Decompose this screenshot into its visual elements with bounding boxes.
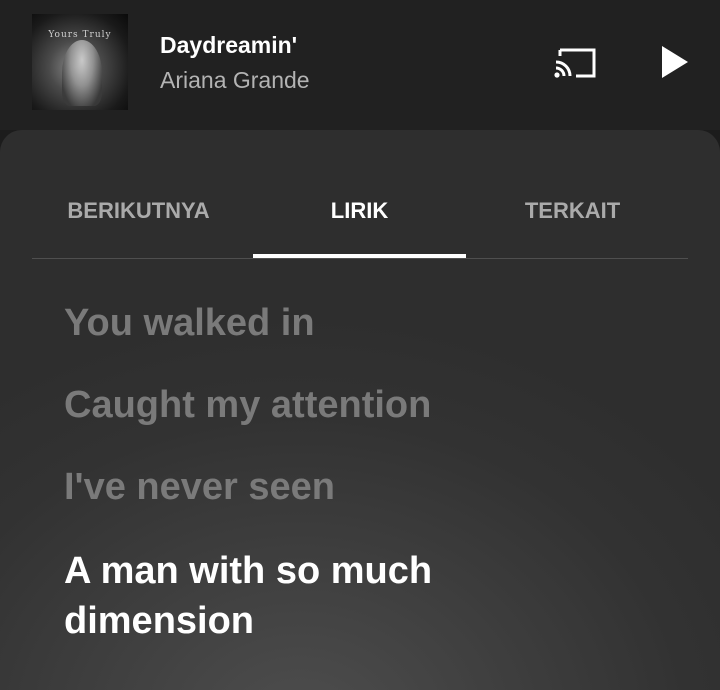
tab-up-next[interactable]: BERIKUTNYA <box>32 172 245 256</box>
cast-icon <box>554 48 596 78</box>
play-icon <box>662 46 688 78</box>
tab-related[interactable]: TERKAIT <box>466 172 679 256</box>
lyric-line: You walked in <box>64 302 315 344</box>
cast-button[interactable] <box>552 44 600 82</box>
lyric-line-current: A man with so much dimension <box>64 550 433 642</box>
tab-bar: BERIKUTNYA LIRIK TERKAIT <box>32 172 688 259</box>
lyrics-list: You walked in Caught my attention I've n… <box>64 300 664 682</box>
track-title: Daydreamin' <box>160 32 298 58</box>
mini-player[interactable]: Yours Truly Daydreamin' Ariana Grande <box>0 0 720 130</box>
album-art-title: Yours Truly <box>48 30 112 40</box>
lyric-line: I've never seen <box>64 466 335 508</box>
album-art: Yours Truly <box>32 14 128 110</box>
play-button[interactable] <box>656 42 692 82</box>
album-art-figure <box>62 40 102 106</box>
tab-lyrics[interactable]: LIRIK <box>253 172 466 258</box>
lyrics-sheet: BERIKUTNYA LIRIK TERKAIT You walked in C… <box>0 130 720 690</box>
track-artist: Ariana Grande <box>160 67 310 93</box>
lyric-line: Caught my attention <box>64 384 432 426</box>
